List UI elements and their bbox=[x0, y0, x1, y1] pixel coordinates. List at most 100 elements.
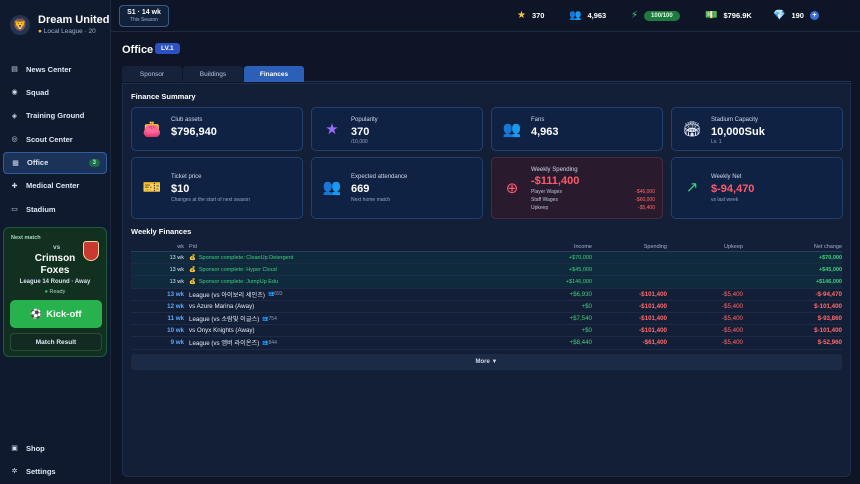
vs-label: vs bbox=[53, 244, 61, 251]
club-assets-card: 👛 Club assets $796,940 bbox=[131, 107, 303, 151]
next-match-card: Next match vs Crimson Foxes League 14 Ro… bbox=[3, 227, 107, 357]
diamond-icon: 💎 bbox=[773, 10, 786, 21]
kickoff-button[interactable]: ⚽ Kick-off bbox=[10, 300, 102, 328]
cell-income: +$0 bbox=[581, 302, 593, 310]
tab-buildings[interactable]: Buildings bbox=[183, 66, 243, 82]
gems-stat: 💎 190 + bbox=[773, 10, 819, 21]
sidebar-item-settings[interactable]: ✲ Settings bbox=[3, 460, 107, 482]
match-result-button[interactable]: Match Result bbox=[10, 333, 102, 351]
sponsor-icon: 💰 bbox=[189, 266, 196, 273]
money-stat: 💵 $796.9K bbox=[705, 10, 752, 21]
cell-pid: vs Onyx Knights (Away) bbox=[189, 327, 474, 334]
fans-value: 4,963 bbox=[531, 126, 559, 138]
newspaper-icon: ▤ bbox=[11, 66, 18, 73]
popularity-max: /10,000 bbox=[351, 139, 368, 145]
cell-wk: 13 wk bbox=[169, 266, 184, 273]
cell-pid-text: vs Onyx Knights (Away) bbox=[189, 327, 255, 335]
sidebar-item-label: Training Ground bbox=[26, 111, 85, 121]
spending-value: -$111,400 bbox=[531, 175, 580, 187]
sidebar-nav: ▤ News Center ◉ Squad ◈ Training Ground ◎ Scout… bbox=[3, 58, 107, 222]
cell-net: $-52,960 bbox=[817, 339, 842, 347]
level-badge: LV.1 bbox=[155, 43, 180, 54]
cell-pid-text: Sponsor complete: JumpUp Edu bbox=[198, 278, 279, 285]
people-icon: 👥 bbox=[502, 121, 522, 138]
lightning-icon: ⚡ bbox=[631, 10, 639, 21]
cell-net: $-101,400 bbox=[814, 327, 842, 335]
stadium-capacity-card: 🏟 Stadium Capacity 10,000Suk Lv. 1 bbox=[671, 107, 843, 151]
cell-pid: 💰 Sponsor complete: JumpUp Edu bbox=[189, 279, 474, 285]
stadium-icon: 🏟 bbox=[682, 121, 702, 138]
sidebar-item-label: Medical Center bbox=[26, 181, 80, 191]
next-match-label: Next match bbox=[11, 235, 41, 241]
spending-label: Weekly Spending bbox=[531, 167, 578, 173]
table-row: 11 wk League (vs 소람빛 이글스) 👥754 +$7,540 -$101… bbox=[131, 313, 842, 326]
sidebar-item-office[interactable]: ▦ Office 3 bbox=[3, 151, 107, 174]
sidebar-item-scout-center[interactable]: ◎ Scout Center bbox=[3, 128, 107, 150]
sidebar-item-stadium[interactable]: ▭ Stadium bbox=[3, 198, 107, 220]
cell-pid-text: League (vs 소람빛 이글스) bbox=[189, 316, 260, 324]
shop-icon: ▣ bbox=[11, 445, 18, 452]
sidebar-item-shop[interactable]: ▣ Shop bbox=[3, 437, 107, 459]
cell-pid: League (vs 엠버 라이온즈) 👥844 bbox=[189, 338, 474, 348]
cell-net: +$146,000 bbox=[815, 278, 842, 285]
club-brand: 🦁 Dream United ● Local League · 20 bbox=[10, 14, 110, 35]
sidebar-item-label: Squad bbox=[26, 87, 49, 97]
trend-chart-icon: ↗ bbox=[685, 179, 699, 196]
cell-wk: 13 wk bbox=[169, 278, 184, 285]
cell-income: +$8,440 bbox=[569, 339, 592, 347]
sidebar-item-label: Settings bbox=[26, 466, 56, 476]
sidebar-item-medical-center[interactable]: ✚ Medical Center bbox=[3, 175, 107, 197]
cell-upkeep: -$5,400 bbox=[722, 302, 743, 310]
energy-bar: 100/100 bbox=[644, 10, 680, 21]
attendance-count: 👥844 bbox=[262, 339, 277, 346]
cell-income: +$70,000 bbox=[568, 254, 592, 261]
sidebar-item-label: Stadium bbox=[26, 204, 56, 214]
add-gems-button[interactable]: + bbox=[809, 11, 819, 20]
upkeep-row: Upkeep -$5,400 bbox=[531, 205, 655, 211]
net-sub: vs last week bbox=[711, 197, 739, 203]
sidebar-item-training-ground[interactable]: ◈ Training Ground bbox=[3, 105, 107, 127]
sidebar-item-label: Shop bbox=[26, 443, 45, 453]
cell-income: +$7,540 bbox=[569, 315, 592, 323]
cell-net: -$-94,470 bbox=[815, 290, 843, 298]
gear-icon: ✲ bbox=[11, 468, 18, 476]
cell-pid-text: Sponsor complete: Hyper Cloud bbox=[198, 266, 277, 273]
notification-badge: 3 bbox=[88, 158, 100, 167]
sidebar-bottom-nav: ▣ Shop ✲ Settings bbox=[3, 437, 107, 484]
ticket-icon: 🎫 bbox=[142, 179, 162, 196]
cell-income: +$6,930 bbox=[569, 290, 592, 298]
ticket-label: Ticket price bbox=[171, 174, 202, 180]
weekly-net-card: ↗ Weekly Net $-94,470 vs last week bbox=[671, 157, 843, 219]
stars-stat: ★ 370 bbox=[517, 10, 545, 21]
cell-pid: 💰 Sponsor complete: CleanUp Detergent bbox=[189, 255, 474, 261]
more-button[interactable]: More ▼ bbox=[131, 354, 842, 370]
office-icon: ▦ bbox=[12, 159, 19, 167]
season-indicator[interactable]: S1 · 14 wk This Season bbox=[119, 5, 169, 27]
sidebar-item-label: News Center bbox=[26, 64, 72, 74]
finances-panel: Finance Summary 👛 Club assets $796,940 ★… bbox=[122, 83, 851, 477]
cell-income: +$146,000 bbox=[565, 278, 592, 285]
tab-finances[interactable]: Finances bbox=[244, 66, 304, 82]
cell-spending: -$61,400 bbox=[642, 339, 667, 347]
col-pid: Pid bbox=[189, 243, 197, 250]
star-icon: ★ bbox=[325, 121, 339, 138]
cell-pid: 💰 Sponsor complete: Hyper Cloud bbox=[189, 267, 474, 273]
sidebar-item-squad[interactable]: ◉ Squad bbox=[3, 81, 107, 103]
club-assets-label: Club assets bbox=[171, 117, 203, 123]
club-assets-value: $796,940 bbox=[171, 126, 217, 138]
cell-pid: League (vs 아이보리 세인츠) 👥693 bbox=[189, 290, 474, 299]
col-spending: Spending bbox=[643, 244, 667, 250]
cell-upkeep: -$5,400 bbox=[722, 327, 743, 335]
col-upkeep: Upkeep bbox=[724, 244, 743, 250]
sidebar-item-news-center[interactable]: ▤ News Center bbox=[3, 58, 107, 80]
attendance-value: 669 bbox=[351, 183, 370, 195]
top-bar: S1 · 14 wk This Season ★ 370 👥 4,963 ⚡ 100/… bbox=[111, 0, 860, 32]
cell-net: $-93,860 bbox=[817, 315, 842, 323]
finance-summary-title: Finance Summary bbox=[131, 92, 196, 101]
cell-pid: League (vs 소람빛 이글스) 👥754 bbox=[189, 314, 474, 324]
ticket-sub: Changes at the start of next season bbox=[171, 197, 250, 203]
cell-pid: vs Azure Marina (Away) bbox=[189, 303, 474, 310]
tab-sponsor[interactable]: Sponsor bbox=[122, 66, 182, 82]
weekly-finances-title: Weekly Finances bbox=[131, 227, 192, 236]
sponsor-icon: 💰 bbox=[189, 254, 196, 261]
